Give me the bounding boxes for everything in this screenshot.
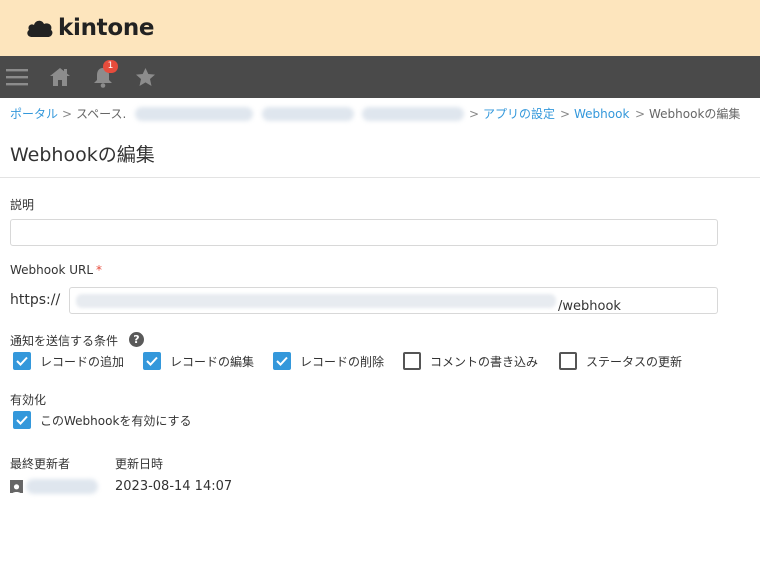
title-divider [0,177,760,178]
condition-label: レコードの編集 [170,354,255,369]
breadcrumb-separator: > [62,107,73,121]
condition-record-added[interactable]: レコードの追加 [13,351,124,371]
conditions-label: 通知を送信する条件 [10,334,119,348]
condition-comment-posted[interactable]: コメントの書き込み [403,351,538,371]
url-scheme-prefix: https:// [10,292,61,308]
breadcrumb-separator: > [469,107,480,121]
last-updated-by-label: 最終更新者 [10,457,71,471]
redacted-space-name [135,107,253,121]
webhook-url-suffix: /webhook [558,299,621,314]
breadcrumb-separator: > [635,107,646,121]
checkbox-checked[interactable] [13,411,31,429]
checkbox-checked[interactable] [143,352,161,370]
user-icon [10,480,23,493]
condition-label: レコードの追加 [40,354,125,369]
checkbox-checked[interactable] [13,352,31,370]
condition-record-edited[interactable]: レコードの編集 [143,351,254,371]
breadcrumb: ポータル > スペース. > アプリの設定 > Webhook > Webhoo… [10,106,750,122]
enable-webhook-checkbox[interactable]: このWebhookを有効にする [13,410,192,430]
home-icon[interactable] [47,56,73,98]
enable-webhook-label: このWebhookを有効にする [40,413,192,428]
nav-bar: 1 [0,56,760,98]
breadcrumb-current: Webhookの編集 [649,107,741,121]
condition-record-deleted[interactable]: レコードの削除 [273,351,384,371]
condition-status-updated[interactable]: ステータスの更新 [559,351,682,371]
enabled-label: 有効化 [10,393,47,407]
breadcrumb-separator: > [560,107,571,121]
check-icon [146,356,158,366]
page-title: Webhookの編集 [10,144,155,166]
updated-at-value: 2023-08-14 14:07 [115,479,233,494]
redacted-url [76,294,556,308]
help-icon[interactable]: ? [129,332,144,347]
description-input[interactable] [10,219,718,246]
description-label: 説明 [10,198,35,212]
check-icon [16,356,28,366]
redacted-user-name [26,479,98,494]
kintone-logo[interactable]: kintone [26,14,155,42]
check-icon [276,356,288,366]
breadcrumb-app-settings[interactable]: アプリの設定 [483,106,555,122]
updated-at-label: 更新日時 [115,457,164,471]
notification-badge: 1 [103,60,118,73]
redacted-space-name [262,107,354,121]
webhook-url-label: Webhook URL * [10,263,102,277]
checkbox-checked[interactable] [273,352,291,370]
condition-label: コメントの書き込み [430,354,539,369]
redacted-app-name [362,107,464,121]
star-icon[interactable] [133,56,157,98]
webhook-url-label-text: Webhook URL [10,263,94,277]
condition-label: ステータスの更新 [586,354,683,369]
cloud-logo-icon [26,17,54,39]
brand-name: kintone [58,15,155,41]
breadcrumb-webhook[interactable]: Webhook [574,106,629,122]
brand-header: kintone [0,0,760,56]
notification-button[interactable]: 1 [90,56,118,98]
required-mark: * [96,263,103,277]
checkbox-unchecked[interactable] [559,352,577,370]
check-icon [16,415,28,425]
breadcrumb-space[interactable]: スペース. [76,106,126,122]
menu-icon[interactable] [5,56,29,98]
breadcrumb-portal[interactable]: ポータル [10,106,58,122]
webhook-url-input[interactable]: /webhook [69,287,718,314]
checkbox-unchecked[interactable] [403,352,421,370]
condition-label: レコードの削除 [300,354,385,369]
